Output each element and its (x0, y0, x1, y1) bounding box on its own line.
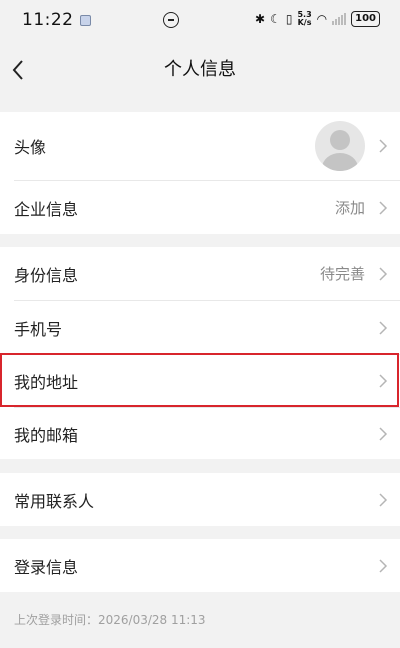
status-icons: ✱ ☾ ▯ 5.3 K/s ◠ 100 (255, 11, 380, 27)
row-label: 手机号 (14, 319, 63, 339)
network-speed: 5.3 K/s (297, 10, 312, 27)
chevron-right-icon (379, 266, 388, 281)
page-title: 个人信息 (164, 59, 236, 80)
row-phone[interactable]: 手机号 (0, 301, 400, 354)
row-label: 我的地址 (14, 373, 79, 392)
chevron-right-icon (379, 139, 388, 153)
row-frequent-contacts[interactable]: 常用联系人 (0, 473, 400, 526)
group-login: 登录信息 (0, 539, 400, 592)
row-my-email[interactable]: 我的邮箱 (0, 408, 400, 459)
avatar[interactable] (315, 121, 365, 171)
wifi-icon: ◠ (316, 12, 328, 26)
chevron-right-icon (379, 200, 388, 215)
group-contact: 身份信息 待完善 手机号 我的地址 我的邮箱 (0, 247, 400, 459)
row-avatar[interactable]: 头像 (0, 112, 400, 180)
notification-icon (79, 15, 91, 26)
vibrate-icon: ▯ (285, 12, 293, 26)
header: 个人信息 (0, 40, 400, 100)
row-company-info[interactable]: 企业信息 添加 (0, 181, 400, 234)
row-identity-info[interactable]: 身份信息 待完善 (0, 247, 400, 300)
group-basic: 头像 企业信息 添加 (0, 112, 400, 234)
data-saver-icon (163, 12, 179, 28)
chevron-right-icon (379, 374, 388, 388)
chevron-right-icon (379, 426, 388, 441)
row-label: 企业信息 (14, 199, 79, 219)
row-label: 头像 (14, 138, 47, 157)
back-icon[interactable] (8, 56, 32, 84)
moon-icon: ☾ (270, 12, 281, 26)
last-login-time: 上次登录时间：2026/03/28 11:13 (14, 613, 206, 627)
group-contacts: 常用联系人 (0, 473, 400, 526)
row-label: 身份信息 (14, 265, 79, 285)
row-label: 我的邮箱 (14, 425, 79, 445)
battery-icon: 100 (351, 11, 380, 27)
chevron-right-icon (379, 320, 388, 335)
row-login-info[interactable]: 登录信息 (0, 539, 400, 592)
status-bar: 11:22 ✱ ☾ ▯ 5.3 K/s ◠ 100 (0, 0, 400, 40)
row-value: 待完善 (319, 265, 365, 283)
chevron-right-icon (379, 558, 388, 573)
row-label: 常用联系人 (14, 491, 95, 511)
chevron-right-icon (379, 492, 388, 507)
row-label: 登录信息 (14, 557, 79, 577)
signal-icon (332, 13, 347, 25)
row-my-address[interactable]: 我的地址 (0, 355, 400, 407)
status-time: 11:22 (22, 10, 74, 30)
bluetooth-icon: ✱ (255, 12, 266, 26)
row-value: 添加 (334, 199, 365, 217)
